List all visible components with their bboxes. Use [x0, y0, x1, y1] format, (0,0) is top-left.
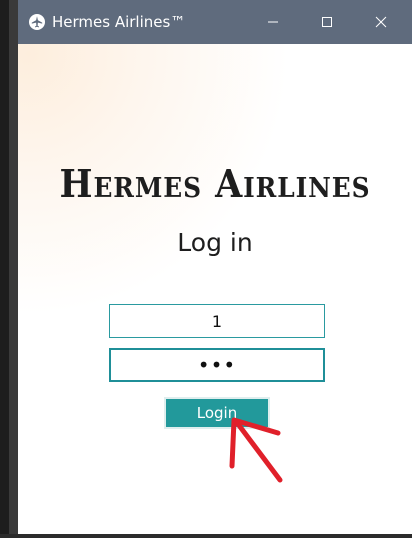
maximize-button[interactable]	[304, 0, 350, 44]
login-panel: Hermes Airlines Log in Login	[18, 44, 412, 534]
desktop-background	[0, 0, 9, 538]
minimize-icon	[268, 21, 278, 23]
close-icon	[375, 16, 387, 28]
taskbar-edge	[0, 534, 412, 538]
window-shadow	[9, 0, 18, 538]
brand-logo-text: Hermes Airlines	[59, 161, 371, 206]
password-input[interactable]	[109, 348, 325, 382]
maximize-icon	[322, 17, 332, 27]
username-input[interactable]	[109, 304, 325, 338]
page-title: Log in	[177, 228, 253, 257]
window-title: Hermes Airlines™	[52, 13, 186, 31]
app-window: Hermes Airlines™ Hermes Airlines Log in …	[18, 0, 412, 538]
close-button[interactable]	[358, 0, 404, 44]
minimize-button[interactable]	[250, 0, 296, 44]
title-bar[interactable]: Hermes Airlines™	[18, 0, 412, 44]
plane-icon	[29, 14, 45, 30]
login-button[interactable]: Login	[164, 397, 270, 429]
